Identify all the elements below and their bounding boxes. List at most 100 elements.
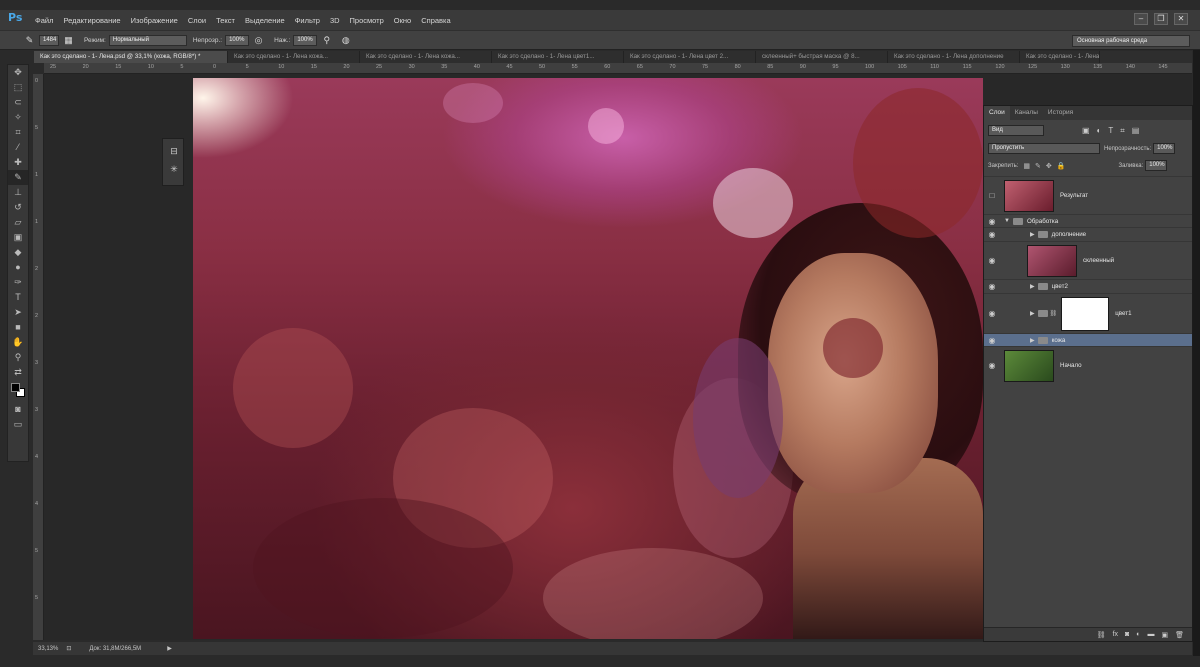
healing-tool-icon[interactable]: ✚ bbox=[8, 155, 28, 170]
layer-fill-field[interactable]: 100% bbox=[1145, 160, 1168, 171]
brush-tool-icon[interactable]: ✎ bbox=[8, 170, 28, 185]
eye-icon[interactable]: ◉ bbox=[984, 361, 1000, 370]
new-group-icon[interactable]: ▬ bbox=[1147, 631, 1154, 638]
new-layer-icon[interactable]: ▣ bbox=[1161, 631, 1168, 639]
menu-view[interactable]: Просмотр bbox=[350, 16, 384, 25]
eye-icon[interactable]: ◉ bbox=[984, 309, 1000, 318]
menu-window[interactable]: Окно bbox=[394, 16, 411, 25]
stamp-tool-icon[interactable]: ⊥ bbox=[8, 185, 28, 200]
dodge-tool-icon[interactable]: ● bbox=[8, 260, 28, 275]
opacity-field[interactable]: 100% bbox=[225, 34, 250, 46]
collapse-arrow-icon[interactable]: ▶ bbox=[1030, 283, 1035, 290]
layer-row[interactable]: ◉ Начало bbox=[984, 346, 1192, 384]
pressure-opacity-icon[interactable]: ◎ bbox=[252, 34, 265, 47]
quick-select-tool-icon[interactable]: ✧ bbox=[8, 110, 28, 125]
close-icon[interactable]: ✕ bbox=[1174, 13, 1188, 25]
layer-group-row[interactable]: ◉ ▶ дополнение bbox=[984, 227, 1192, 241]
collapse-arrow-icon[interactable]: ▶ bbox=[1030, 337, 1035, 344]
pressure-size-icon[interactable]: ◍ bbox=[339, 34, 352, 47]
delete-layer-icon[interactable]: 🗑 bbox=[1175, 631, 1184, 639]
link-layers-icon[interactable]: ⛓ bbox=[1097, 631, 1106, 639]
layer-group-row[interactable]: ◉ ▶ цвет2 bbox=[984, 279, 1192, 293]
workspace-select[interactable]: Основная рабочая среда bbox=[1072, 35, 1190, 47]
blend-mode-select[interactable]: Пропустить bbox=[988, 143, 1100, 154]
collapse-arrow-icon[interactable]: ▶ bbox=[1030, 310, 1035, 317]
tab-document[interactable]: склеенный+ быстрая маска @ 8... bbox=[756, 51, 888, 63]
tab-document[interactable]: Как это сделано - 1- Лена дополнение bbox=[888, 51, 1020, 63]
type-tool-icon[interactable]: T bbox=[8, 290, 28, 305]
path-select-tool-icon[interactable]: ➤ bbox=[8, 305, 28, 320]
adjustment-layer-icon[interactable]: ◐ bbox=[1136, 631, 1140, 638]
brush-settings-icon[interactable]: ✳ bbox=[165, 161, 183, 177]
add-mask-icon[interactable]: ◙ bbox=[1125, 631, 1129, 638]
adjustments-icon[interactable]: ⊟ bbox=[165, 143, 183, 159]
tab-document[interactable]: Как это сделано - 1- Лена кожа... bbox=[360, 51, 492, 63]
eye-icon[interactable]: ◉ bbox=[984, 230, 1000, 239]
layer-filter-select[interactable]: Вид bbox=[988, 125, 1044, 136]
history-brush-tool-icon[interactable]: ↺ bbox=[8, 200, 28, 215]
menu-text[interactable]: Текст bbox=[216, 16, 235, 25]
marquee-tool-icon[interactable]: ⬚ bbox=[8, 80, 28, 95]
minimize-icon[interactable]: – bbox=[1134, 13, 1148, 25]
menu-edit[interactable]: Редактирование bbox=[63, 16, 120, 25]
eyedropper-tool-icon[interactable]: ⁄ bbox=[8, 140, 28, 155]
tab-document[interactable]: Как это сделано - 1- Лена цвет1... bbox=[492, 51, 624, 63]
collapse-arrow-icon[interactable]: ▶ bbox=[1030, 231, 1035, 238]
layer-group-row[interactable]: ◉ ▶ ⛓ цвет1 bbox=[984, 293, 1192, 333]
hand-tool-icon[interactable]: ✋ bbox=[8, 335, 28, 350]
tab-document[interactable]: Как это сделано - 1- Лена.psd @ 33,1% (к… bbox=[34, 51, 228, 63]
color-swatches[interactable] bbox=[8, 380, 28, 402]
fx-icon[interactable]: fx bbox=[1113, 631, 1118, 638]
layer-mask-thumbnail[interactable] bbox=[1061, 296, 1110, 331]
status-menu-arrow-icon[interactable]: ▶ bbox=[167, 645, 172, 652]
layer-opacity-field[interactable]: 100% bbox=[1153, 143, 1176, 154]
eraser-tool-icon[interactable]: ▱ bbox=[8, 215, 28, 230]
screen-mode-icon[interactable]: ▭ bbox=[8, 417, 28, 432]
expand-arrow-icon[interactable]: ▼ bbox=[1004, 218, 1010, 224]
menu-filter[interactable]: Фильтр bbox=[295, 16, 320, 25]
airbrush-icon[interactable]: ⚲ bbox=[320, 34, 333, 47]
move-tool-icon[interactable]: ✥ bbox=[8, 65, 28, 80]
eye-icon[interactable]: ◉ bbox=[984, 217, 1000, 226]
document-image[interactable] bbox=[193, 78, 983, 639]
brush-tool-icon[interactable]: ✎ bbox=[23, 34, 36, 47]
eye-icon[interactable]: ◉ bbox=[984, 336, 1000, 345]
lasso-tool-icon[interactable]: ⊂ bbox=[8, 95, 28, 110]
lock-icons[interactable]: ▦✎✥🔒 bbox=[1023, 162, 1070, 170]
menu-image[interactable]: Изображение bbox=[131, 16, 178, 25]
layer-row[interactable]: □ Результат bbox=[984, 176, 1192, 214]
tab-channels[interactable]: Каналы bbox=[1010, 106, 1043, 120]
mode-select[interactable]: Нормальный bbox=[108, 34, 187, 46]
filter-icons[interactable]: ▣◐T⌗▤ bbox=[1082, 126, 1146, 136]
swap-colors-icon[interactable]: ⇄ bbox=[8, 365, 28, 380]
pen-tool-icon[interactable]: ✑ bbox=[8, 275, 28, 290]
brush-panel-icon[interactable]: ▦ bbox=[62, 34, 75, 47]
layer-group-row-selected[interactable]: ◉ ▶ кожа bbox=[984, 333, 1192, 346]
tab-document[interactable]: Как это сделано - 1- Лена итоговь bbox=[1020, 51, 1100, 63]
tab-history[interactable]: История bbox=[1043, 106, 1078, 120]
blur-tool-icon[interactable]: ◆ bbox=[8, 245, 28, 260]
tab-layers[interactable]: Слои bbox=[984, 106, 1010, 120]
layer-row[interactable]: ◉ склеенный bbox=[984, 241, 1192, 279]
crop-tool-icon[interactable]: ⌗ bbox=[8, 125, 28, 140]
zoom-level[interactable]: 33,13% bbox=[38, 646, 58, 652]
menu-select[interactable]: Выделение bbox=[245, 16, 285, 25]
quick-mask-icon[interactable]: ◙ bbox=[8, 402, 28, 417]
layer-group-row[interactable]: ◉ ▼ Обработка bbox=[984, 214, 1192, 227]
export-icon[interactable]: ⊡ bbox=[66, 645, 71, 652]
tab-document[interactable]: Как это сделано - 1- Лена цвет 2... bbox=[624, 51, 756, 63]
eye-icon[interactable]: ◉ bbox=[984, 256, 1000, 265]
flow-field[interactable]: 100% bbox=[293, 34, 318, 46]
zoom-tool-icon[interactable]: ⚲ bbox=[8, 350, 28, 365]
menu-file[interactable]: Файл bbox=[35, 16, 53, 25]
shape-tool-icon[interactable]: ■ bbox=[8, 320, 28, 335]
menu-layers[interactable]: Слои bbox=[188, 16, 206, 25]
gradient-tool-icon[interactable]: ▣ bbox=[8, 230, 28, 245]
eye-icon[interactable]: ◉ bbox=[984, 282, 1000, 291]
menu-help[interactable]: Справка bbox=[421, 16, 450, 25]
brush-size-field[interactable]: 1484 bbox=[39, 34, 59, 46]
visibility-off-icon[interactable]: □ bbox=[984, 191, 1000, 200]
restore-icon[interactable]: ❐ bbox=[1154, 13, 1168, 25]
tab-document[interactable]: Как это сделано - 1- Лена кожа... bbox=[228, 51, 360, 63]
menu-3d[interactable]: 3D bbox=[330, 16, 340, 25]
